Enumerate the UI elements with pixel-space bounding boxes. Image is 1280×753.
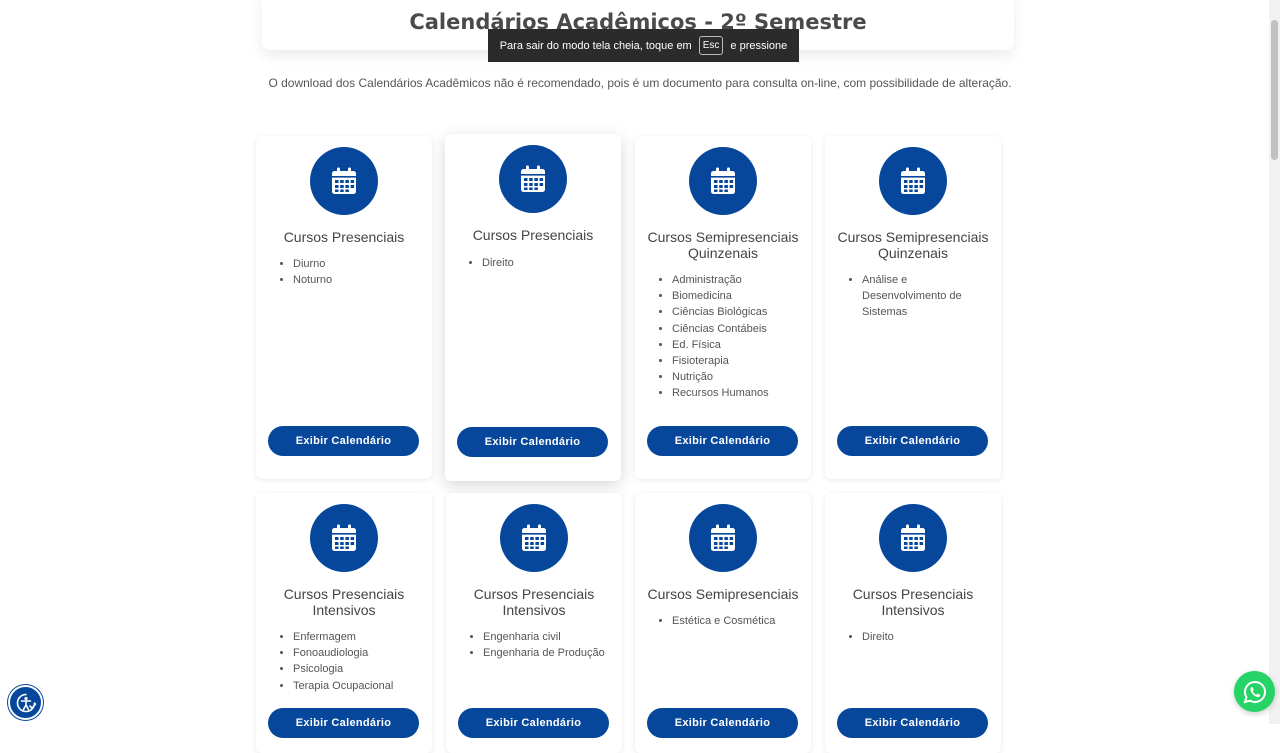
card-title: Cursos Presenciais [283,229,405,245]
show-calendar-button[interactable]: Exibir Calendário [268,708,419,738]
list-item: Ed. Física [672,337,803,353]
list-item: Análise e Desenvolvimento de Sistemas [862,272,971,321]
show-calendar-button[interactable]: Exibir Calendário [268,426,419,456]
calendar-card: Cursos Semipresenciais Quinzenais Admini… [635,136,811,479]
calendar-icon [879,147,947,215]
list-item: Ciências Contábeis [672,321,803,337]
show-calendar-button[interactable]: Exibir Calendário [647,426,798,456]
list-item: Fisioterapia [672,353,803,369]
list-item: Engenharia civil [483,629,614,645]
card-title: Cursos Semipresenciais [647,586,799,602]
toast-text-after: e pressione [730,39,788,52]
card-title: Cursos Presenciais Intensivos [473,586,595,618]
list-item: Nutrição [672,369,803,385]
calendar-icon [689,147,757,215]
calendar-card: Cursos Presenciais Intensivos Enfermagem… [256,493,432,753]
calendar-icon [500,504,568,572]
list-item: Enfermagem [293,629,424,645]
toast-text-before: Para sair do modo tela cheia, toque em [499,39,692,52]
calendar-card: Cursos Presenciais Intensivos Direito Ex… [825,493,1001,753]
show-calendar-button[interactable]: Exibir Calendário [647,708,798,738]
card-title: Cursos Presenciais [472,227,594,243]
show-calendar-button[interactable]: Exibir Calendário [837,426,988,456]
course-list: Direito [842,629,993,645]
card-title: Cursos Semipresenciais Quinzenais [647,229,799,261]
list-item: Terapia Ocupacional [293,678,424,694]
list-item: Recursos Humanos [672,385,803,401]
fullscreen-toast: Para sair do modo tela cheia, toque em E… [488,29,799,62]
calendar-icon [310,504,378,572]
show-calendar-button[interactable]: Exibir Calendário [458,708,609,738]
card-title: Cursos Presenciais Intensivos [283,586,405,618]
show-calendar-button[interactable]: Exibir Calendário [837,708,988,738]
calendar-card: Cursos Presenciais Intensivos Engenharia… [446,493,622,753]
list-item: Direito [862,629,993,645]
calendar-card: Cursos Semipresenciais Estética e Cosmét… [635,493,811,753]
calendar-icon [689,504,757,572]
course-list: Direito [462,255,613,271]
card-title: Cursos Semipresenciais Quinzenais [837,229,989,261]
list-item: Ciências Biológicas [672,304,803,320]
list-item: Diurno [293,256,424,272]
course-list: Análise e Desenvolvimento de Sistemas [842,272,971,321]
show-calendar-button[interactable]: Exibir Calendário [457,427,608,457]
course-list: Administração Biomedicina Ciências Bioló… [652,272,803,402]
accessibility-icon [16,693,36,712]
list-item: Fonoaudiologia [293,645,424,661]
calendar-card: Cursos Semipresenciais Quinzenais Anális… [825,136,1001,479]
list-item: Engenharia de Produção [483,645,614,661]
card-title: Cursos Presenciais Intensivos [852,586,974,618]
download-notice: O download dos Calendários Acadêmicos nã… [268,76,1012,90]
course-list: Diurno Noturno [273,256,424,288]
course-list: Enfermagem Fonoaudiologia Psicologia Ter… [273,629,424,694]
course-list: Estética e Cosmética [652,613,803,629]
course-list: Engenharia civil Engenharia de Produção [463,629,614,661]
esc-key: Esc [698,36,724,55]
calendar-card: Cursos Presenciais Diurno Noturno Exibir… [256,136,432,479]
scrollbar-thumb[interactable] [1271,20,1278,160]
scrollbar[interactable] [1269,0,1280,724]
calendar-icon [310,147,378,215]
calendar-icon [879,504,947,572]
accessibility-button[interactable] [8,685,43,720]
list-item: Psicologia [293,661,424,677]
list-item: Biomedicina [672,288,803,304]
calendar-card: Cursos Presenciais Direito Exibir Calend… [445,134,621,481]
whatsapp-icon [1243,680,1266,703]
list-item: Noturno [293,272,424,288]
list-item: Estética e Cosmética [672,613,803,629]
calendar-icon [499,145,567,213]
list-item: Direito [482,255,613,271]
whatsapp-button[interactable] [1234,671,1275,712]
list-item: Administração [672,272,803,288]
